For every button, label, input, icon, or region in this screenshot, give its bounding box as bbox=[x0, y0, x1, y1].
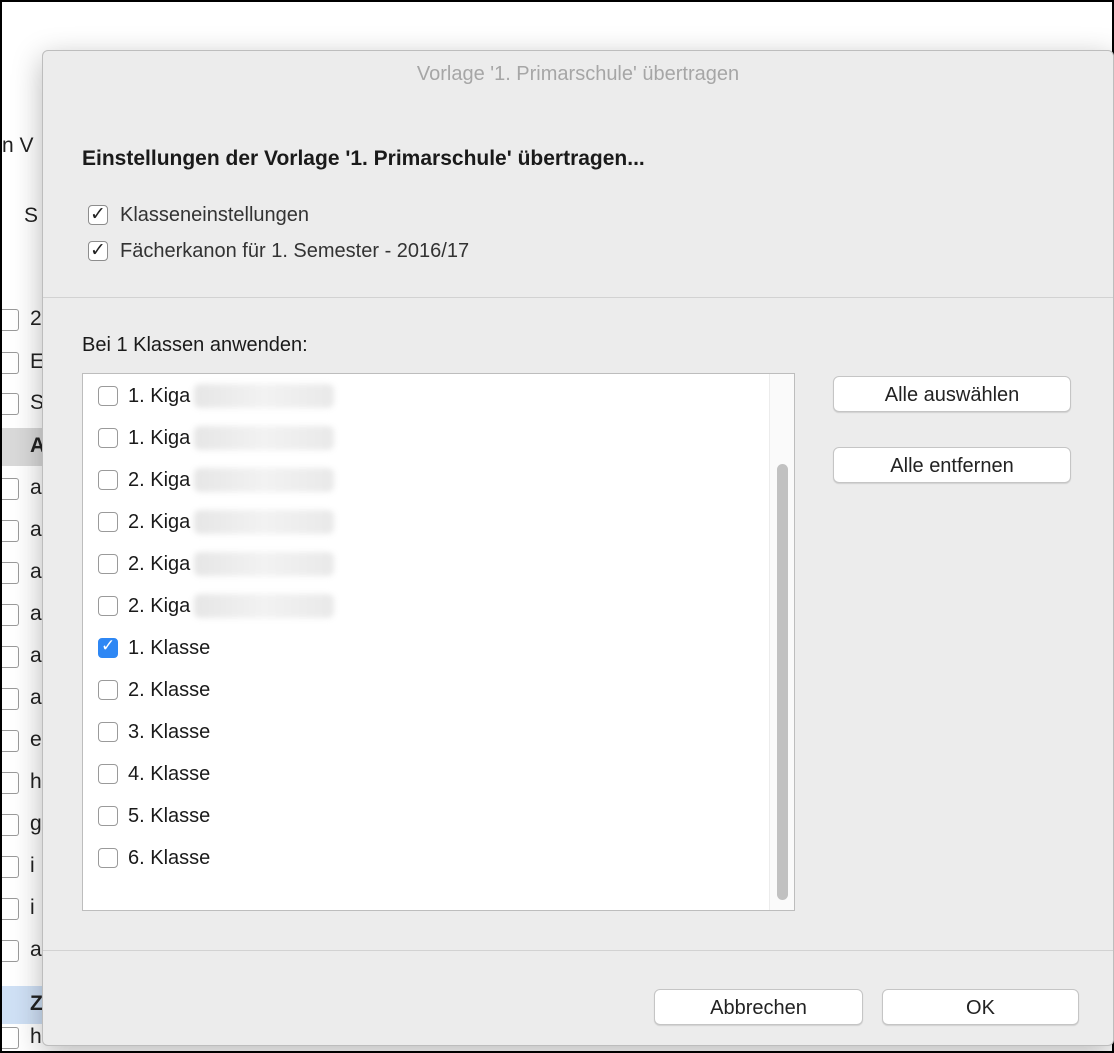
list-item[interactable]: ✓ 1. Klasse bbox=[98, 633, 210, 663]
cancel-button[interactable]: Abbrechen bbox=[654, 989, 863, 1025]
list-item[interactable]: 5. Klasse bbox=[98, 801, 210, 831]
background-row-label: 2 bbox=[30, 307, 42, 330]
background-button-label: S bbox=[24, 204, 39, 227]
background-row-checkbox bbox=[2, 814, 19, 836]
list-item[interactable]: 1. Kiga bbox=[98, 423, 335, 453]
checkmark-icon: ✓ bbox=[90, 204, 106, 225]
class-label: 2. Kiga bbox=[128, 510, 191, 533]
background-row-label: i bbox=[30, 854, 35, 877]
list-item[interactable]: 6. Klasse bbox=[98, 843, 210, 873]
list-item[interactable]: 1. Kiga bbox=[98, 381, 335, 411]
background-row-checkbox bbox=[2, 856, 19, 878]
background-row-label: h bbox=[30, 1025, 42, 1048]
blurred-redaction bbox=[194, 594, 335, 618]
background-row-label: a bbox=[30, 560, 42, 583]
background-row-label: h bbox=[30, 770, 42, 793]
background-row-checkbox bbox=[2, 772, 19, 794]
class-checkbox[interactable] bbox=[98, 554, 118, 574]
background-row-checkbox bbox=[2, 562, 19, 584]
class-settings-label: Klasseneinstellungen bbox=[120, 203, 310, 226]
class-label: 2. Kiga bbox=[128, 468, 191, 491]
checkmark-icon: ✓ bbox=[90, 240, 106, 261]
list-item[interactable]: 2. Kiga bbox=[98, 591, 335, 621]
class-checkbox[interactable] bbox=[98, 470, 118, 490]
scrollbar-thumb[interactable] bbox=[777, 464, 788, 900]
background-row-checkbox bbox=[2, 688, 19, 710]
background-row-checkbox bbox=[2, 898, 19, 920]
option-class-settings[interactable]: ✓ Klasseneinstellungen bbox=[88, 201, 309, 229]
dialog-heading: Einstellungen der Vorlage '1. Primarschu… bbox=[82, 147, 645, 170]
class-label: 5. Klasse bbox=[128, 804, 211, 827]
background-row-checkbox bbox=[2, 1027, 19, 1049]
apply-to-classes-label: Bei 1 Klassen anwenden: bbox=[82, 334, 308, 356]
background-row-checkbox bbox=[2, 393, 19, 415]
background-row-checkbox bbox=[2, 309, 19, 331]
background-row-label: a bbox=[30, 938, 42, 961]
background-row-label: a bbox=[30, 518, 42, 541]
background-row-checkbox bbox=[2, 520, 19, 542]
class-label: 2. Kiga bbox=[128, 594, 191, 617]
list-scrollbar[interactable] bbox=[769, 374, 794, 910]
background-row-checkbox bbox=[2, 478, 19, 500]
background-row-label: a bbox=[30, 644, 42, 667]
class-checkbox[interactable] bbox=[98, 596, 118, 616]
class-list[interactable]: 1. Kiga 1. Kiga 2. Kiga 2. Kiga 2. Kiga bbox=[82, 373, 795, 911]
background-row-checkbox bbox=[2, 604, 19, 626]
background-row-label: a bbox=[30, 602, 42, 625]
class-checkbox[interactable] bbox=[98, 722, 118, 742]
blurred-redaction bbox=[194, 510, 335, 534]
ok-button[interactable]: OK bbox=[882, 989, 1079, 1025]
class-label: 1. Kiga bbox=[128, 384, 191, 407]
class-checkbox[interactable] bbox=[98, 428, 118, 448]
list-item[interactable]: 2. Kiga bbox=[98, 549, 335, 579]
background-row-checkbox bbox=[2, 352, 19, 374]
class-settings-checkbox[interactable]: ✓ bbox=[88, 204, 108, 225]
background-row-label: g bbox=[30, 812, 42, 835]
select-all-button[interactable]: Alle auswählen bbox=[833, 376, 1071, 412]
class-label: 3. Klasse bbox=[128, 720, 211, 743]
list-item[interactable]: 2. Klasse bbox=[98, 675, 210, 705]
background-row-label: e bbox=[30, 728, 42, 751]
class-checkbox[interactable] bbox=[98, 806, 118, 826]
class-label: 2. Kiga bbox=[128, 552, 191, 575]
class-checkbox[interactable] bbox=[98, 512, 118, 532]
class-label: 1. Kiga bbox=[128, 426, 191, 449]
blurred-redaction bbox=[194, 384, 335, 408]
footer-divider bbox=[43, 950, 1113, 951]
class-checkbox[interactable] bbox=[98, 848, 118, 868]
background-group-label: Z bbox=[30, 992, 43, 1015]
background-row-label: i bbox=[30, 896, 35, 919]
list-item[interactable]: 2. Kiga bbox=[98, 465, 335, 495]
dialog-title: Vorlage '1. Primarschule' übertragen bbox=[416, 63, 740, 85]
class-checkbox-checked[interactable]: ✓ bbox=[98, 636, 118, 658]
background-label: n V bbox=[2, 134, 34, 157]
list-item[interactable]: 2. Kiga bbox=[98, 507, 335, 537]
class-checkbox[interactable] bbox=[98, 764, 118, 784]
blurred-redaction bbox=[194, 468, 335, 492]
background-row-checkbox bbox=[2, 940, 19, 962]
class-checkbox[interactable] bbox=[98, 386, 118, 406]
class-checkbox[interactable] bbox=[98, 680, 118, 700]
background-row-checkbox bbox=[2, 730, 19, 752]
class-label: 4. Klasse bbox=[128, 762, 211, 785]
blurred-redaction bbox=[194, 426, 335, 450]
class-label: 1. Klasse bbox=[128, 636, 211, 659]
subject-canon-label: Fächerkanon für 1. Semester - 2016/17 bbox=[120, 239, 470, 262]
screenshot-frame: n V S 2 E S A a a a a a a e h g i i a Z … bbox=[0, 0, 1114, 1053]
list-item[interactable]: 3. Klasse bbox=[98, 717, 210, 747]
subject-canon-checkbox[interactable]: ✓ bbox=[88, 240, 108, 261]
option-subject-canon[interactable]: ✓ Fächerkanon für 1. Semester - 2016/17 bbox=[88, 237, 469, 265]
background-row-label: a bbox=[30, 476, 42, 499]
section-divider bbox=[43, 297, 1113, 298]
list-item[interactable]: 4. Klasse bbox=[98, 759, 210, 789]
class-label: 2. Klasse bbox=[128, 678, 211, 701]
class-label: 6. Klasse bbox=[128, 846, 211, 869]
checkmark-icon: ✓ bbox=[101, 636, 116, 655]
background-row-label: a bbox=[30, 686, 42, 709]
remove-all-button[interactable]: Alle entfernen bbox=[833, 447, 1071, 483]
transfer-template-dialog: Vorlage '1. Primarschule' übertragen Ein… bbox=[42, 50, 1114, 1046]
background-row-checkbox bbox=[2, 646, 19, 668]
blurred-redaction bbox=[194, 552, 335, 576]
